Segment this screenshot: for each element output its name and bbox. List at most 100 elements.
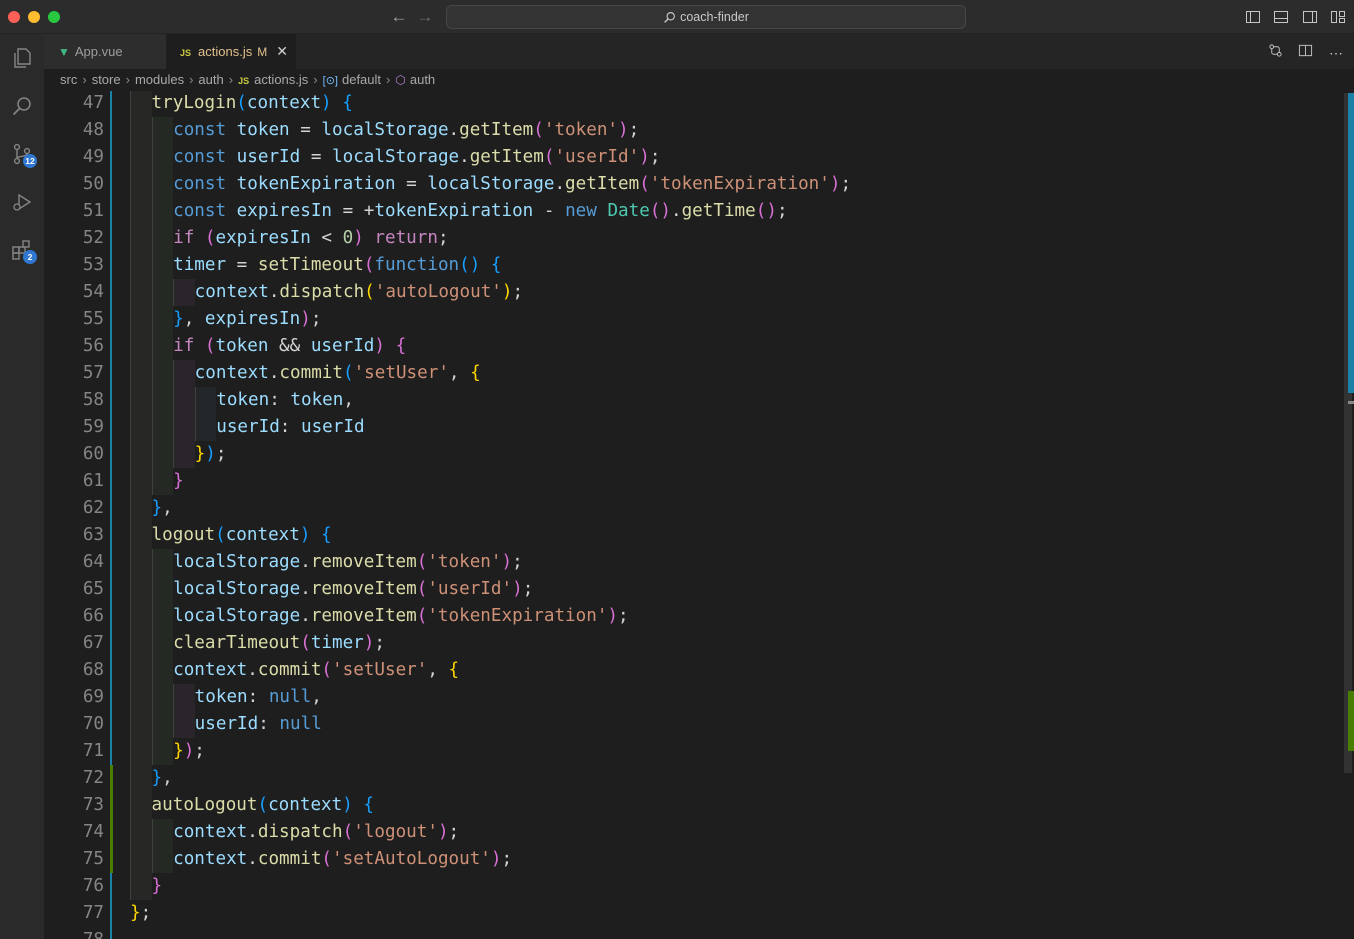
code-text: userId: userId: [216, 414, 364, 441]
line-number: 47: [82, 93, 104, 113]
code-line[interactable]: 68 context.commit('setUser', {: [44, 657, 1334, 684]
code-token: userId: [310, 336, 375, 356]
code-line[interactable]: 59 userId: userId: [44, 414, 1334, 441]
code-line[interactable]: 78: [44, 927, 1334, 939]
breadcrumb-item[interactable]: auth: [410, 72, 435, 87]
code-token: commit: [279, 363, 343, 383]
back-arrow-icon[interactable]: ←: [390, 7, 408, 27]
breadcrumb-item[interactable]: modules: [135, 72, 184, 87]
code-token: :: [247, 687, 269, 707]
code-token: ;: [437, 228, 449, 248]
toggle-primary-sidebar-icon[interactable]: [1245, 9, 1261, 25]
indent-guide: [173, 441, 195, 468]
overview-ruler-mark: [1348, 401, 1354, 404]
code-line[interactable]: 63 logout(context) {: [44, 522, 1334, 549]
code-token: timer: [173, 255, 227, 275]
code-line[interactable]: 49 const userId = localStorage.getItem('u…: [44, 144, 1334, 171]
line-number: 72: [82, 768, 104, 788]
toggle-secondary-sidebar-icon[interactable]: [1302, 9, 1318, 25]
code-token: .: [554, 174, 566, 194]
code-line[interactable]: 67 clearTimeout(timer);: [44, 630, 1334, 657]
toggle-panel-icon[interactable]: [1273, 9, 1289, 25]
code-line[interactable]: 71});: [44, 738, 1334, 765]
close-window-button[interactable]: [8, 11, 20, 23]
run-debug-icon[interactable]: [0, 180, 44, 224]
code-line[interactable]: 69 token: null,: [44, 684, 1334, 711]
forward-arrow-icon[interactable]: →: [416, 7, 434, 27]
code-line[interactable]: 56 if (token && userId) {: [44, 333, 1334, 360]
breadcrumb-item[interactable]: default: [342, 72, 381, 87]
search-icon[interactable]: [0, 84, 44, 128]
code-line[interactable]: 50 const tokenExpiration = localStorage.g…: [44, 171, 1334, 198]
command-center[interactable]: coach-finder: [446, 5, 966, 29]
title-bar: ← → coach-finder: [0, 0, 1354, 34]
indent-guide: [130, 873, 152, 900]
code-line[interactable]: 76}: [44, 873, 1334, 900]
explorer-icon[interactable]: [0, 36, 44, 80]
zoom-window-button[interactable]: [48, 11, 60, 23]
code-line[interactable]: 48 const token = localStorage.getItem('to…: [44, 117, 1334, 144]
code-line[interactable]: 54 context.dispatch('autoLogout');: [44, 279, 1334, 306]
code-line[interactable]: 74 context.dispatch('logout');: [44, 819, 1334, 846]
code-line[interactable]: 51 const expiresIn = +tokenExpiration - n…: [44, 198, 1334, 225]
code-line[interactable]: 77};: [44, 900, 1334, 927]
extensions-icon[interactable]: 2: [0, 228, 44, 272]
code-token: token: [236, 120, 290, 140]
open-changes-icon[interactable]: [1267, 43, 1283, 59]
split-editor-icon[interactable]: [1298, 43, 1314, 59]
code-editor[interactable]: 47 tryLogin(context) {48 const token = loc…: [44, 91, 1354, 939]
code-line[interactable]: 65 localStorage.removeItem('userId');: [44, 576, 1334, 603]
code-token: ): [618, 120, 629, 140]
code-token: getItem: [565, 174, 640, 194]
code-text: context.commit('setAutoLogout');: [173, 846, 512, 873]
code-text: clearTimeout(timer);: [173, 630, 385, 657]
code-line[interactable]: 52 if (expiresIn < 0) return;: [44, 225, 1334, 252]
code-line[interactable]: 60});: [44, 441, 1334, 468]
close-icon[interactable]: ✕: [276, 34, 288, 69]
code-token: expiresIn: [236, 201, 333, 221]
code-token: {: [395, 336, 407, 356]
indent-guide: [151, 117, 174, 144]
minimize-window-button[interactable]: [28, 11, 40, 23]
breadcrumb-item[interactable]: src: [60, 72, 77, 87]
code-text: });: [173, 738, 205, 765]
code-line[interactable]: 64 localStorage.removeItem('token');: [44, 549, 1334, 576]
breadcrumb-item[interactable]: auth: [198, 72, 223, 87]
code-line[interactable]: 57 context.commit('setUser', {: [44, 360, 1334, 387]
code-token: ;: [628, 120, 640, 140]
code-line[interactable]: 61}: [44, 468, 1334, 495]
code-text: };: [130, 900, 151, 927]
code-token: removeItem: [310, 552, 417, 572]
more-actions-icon[interactable]: ⋯: [1328, 45, 1344, 61]
indent-guide: [130, 144, 152, 171]
code-token: token: [216, 390, 270, 410]
added-lines-indicator[interactable]: [110, 765, 113, 873]
code-token: if: [173, 228, 195, 248]
tab-app-vue[interactable]: ▼ App.vue: [44, 34, 166, 69]
indent-guide: [151, 306, 174, 333]
code-line[interactable]: 75 context.commit('setAutoLogout');: [44, 846, 1334, 873]
code-line[interactable]: 47 tryLogin(context) {: [44, 91, 1334, 117]
breadcrumb-item[interactable]: actions.js: [254, 72, 308, 87]
code-line[interactable]: 53 timer = setTimeout(function() {: [44, 252, 1334, 279]
code-token: 'setAutoLogout': [332, 849, 491, 869]
source-control-icon[interactable]: 12: [0, 132, 44, 176]
code-line[interactable]: 66 localStorage.removeItem('tokenExpirati…: [44, 603, 1334, 630]
indent-guide: [130, 630, 152, 657]
breadcrumb-item[interactable]: store: [92, 72, 121, 87]
code-token: ,: [427, 660, 449, 680]
customize-layout-icon[interactable]: [1330, 9, 1346, 25]
tab-actions-js[interactable]: JS actions.js M ✕: [166, 34, 296, 69]
code-line[interactable]: 70 userId: null: [44, 711, 1334, 738]
code-line[interactable]: 58 token: token,: [44, 387, 1334, 414]
code-line[interactable]: 55}, expiresIn);: [44, 306, 1334, 333]
line-number: 50: [82, 174, 104, 194]
indent-guide: [151, 819, 174, 846]
indent-guide: [130, 198, 152, 225]
code-line[interactable]: 62},: [44, 495, 1334, 522]
code-line[interactable]: 73 autoLogout(context) {: [44, 792, 1334, 819]
code-token: commit: [257, 660, 322, 680]
code-token: ): [501, 282, 513, 302]
code-line[interactable]: 72},: [44, 765, 1334, 792]
